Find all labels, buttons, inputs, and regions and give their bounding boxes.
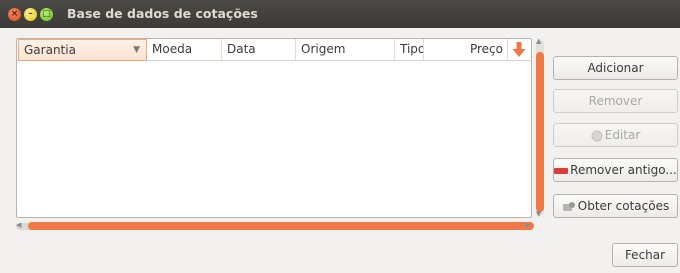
minimize-window-icon[interactable]: – [24,8,37,21]
column-header-preco[interactable]: Preço [424,39,508,61]
column-label: Tipo [400,42,424,56]
remove-old-button[interactable]: Remover antigo... [553,158,678,182]
scrollbar-thumb[interactable] [28,222,534,230]
sort-descending-arrow-icon[interactable] [511,41,527,59]
column-label: Garantia [24,43,76,57]
column-header-garantia[interactable]: Garantia ▼ [18,39,147,61]
close-window-icon[interactable]: × [8,8,21,21]
edit-icon [591,130,603,141]
quotes-table[interactable]: Garantia ▼ Moeda Data Origem Tipo Preço [16,38,532,218]
column-header-moeda[interactable]: Moeda [147,39,222,61]
vertical-scrollbar[interactable]: ▲ ▼ [535,37,545,218]
remove-button[interactable]: Remover [553,89,678,113]
delete-old-icon [554,167,569,174]
scrollbar-thumb[interactable] [536,52,544,212]
scroll-left-icon[interactable]: ◀ [16,221,21,229]
scroll-down-icon[interactable]: ▼ [536,210,541,218]
column-label: Data [227,42,256,56]
scroll-right-icon[interactable]: ▶ [525,221,530,229]
horizontal-scrollbar[interactable]: ◀ ▶ [16,221,534,231]
window-title: Base de dados de cotações [67,6,258,21]
get-quotes-button-label: Obter cotações [577,199,670,213]
remove-old-button-label: Remover antigo... [570,163,677,177]
title-bar: × – □ Base de dados de cotações [0,0,680,28]
table-body [17,62,531,217]
quote-database-window: × – □ Base de dados de cotações Garantia… [0,0,680,273]
edit-button[interactable]: Editar [553,123,678,147]
column-header-data[interactable]: Data [222,39,296,61]
chevron-down-icon: ▼ [133,45,140,55]
get-quotes-button[interactable]: Obter cotações [553,194,678,218]
scroll-up-icon[interactable]: ▲ [536,37,541,45]
close-button[interactable]: Fechar [612,243,678,267]
column-header-tipo[interactable]: Tipo [395,39,424,61]
column-label: Preço [469,42,503,56]
column-label: Origem [301,42,346,56]
add-button[interactable]: Adicionar [553,56,678,80]
column-label: Moeda [152,42,193,56]
maximize-window-icon[interactable]: □ [40,8,53,21]
table-header: Garantia ▼ Moeda Data Origem Tipo Preço [17,39,531,61]
column-header-origem[interactable]: Origem [296,39,395,61]
download-quotes-icon [562,201,575,211]
edit-button-label: Editar [604,128,641,142]
